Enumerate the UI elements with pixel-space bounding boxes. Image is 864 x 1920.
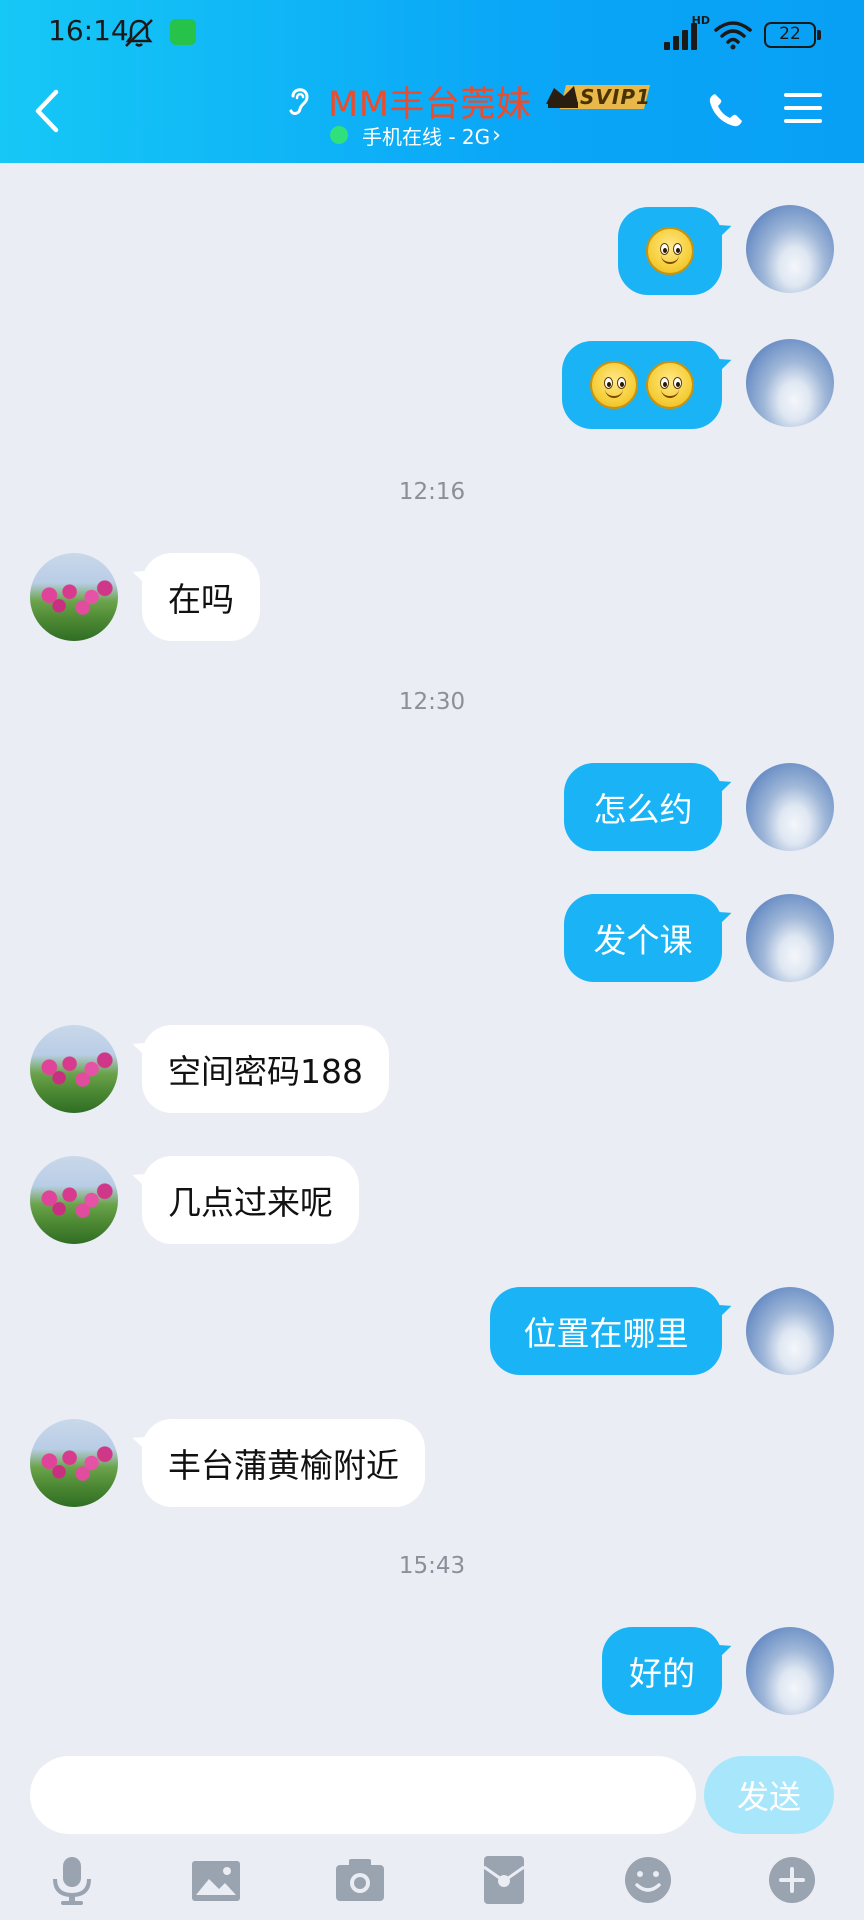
avatar-self[interactable] <box>746 205 834 293</box>
composer-toolbar <box>0 1853 864 1913</box>
chevron-right-icon: › <box>492 122 501 148</box>
message-list[interactable]: 12:16 在吗 12:30 怎么约 发个课 空间密码188 几点过来呢 位置在… <box>0 163 864 1753</box>
mute-notifications-icon <box>125 19 153 47</box>
message-input[interactable] <box>30 1756 696 1834</box>
message-text: 在吗 <box>168 580 234 619</box>
avatar-self[interactable] <box>746 1287 834 1375</box>
ear-icon <box>289 88 309 115</box>
wechat-notification-icon <box>170 19 196 45</box>
red-packet-icon[interactable] <box>477 1853 531 1907</box>
message-bubble-incoming[interactable]: 在吗 <box>142 553 260 641</box>
phone-icon[interactable] <box>706 90 746 130</box>
message-text: 位置在哪里 <box>523 1314 689 1353</box>
message-bubble-outgoing[interactable] <box>562 341 722 429</box>
plus-icon[interactable] <box>765 1853 819 1907</box>
status-bar: 16:14 HD 22 <box>0 0 864 66</box>
message-bubble-incoming[interactable]: 几点过来呢 <box>142 1156 359 1244</box>
message-bubble-outgoing[interactable] <box>618 207 722 295</box>
smiley-emoji-icon <box>590 361 638 409</box>
avatar-self[interactable] <box>746 763 834 851</box>
avatar-contact[interactable] <box>30 1419 118 1507</box>
message-bubble-incoming[interactable]: 丰台蒲黄榆附近 <box>142 1419 425 1507</box>
menu-icon[interactable] <box>782 90 824 126</box>
avatar-contact[interactable] <box>30 1025 118 1113</box>
avatar-self[interactable] <box>746 339 834 427</box>
message-bubble-incoming[interactable]: 空间密码188 <box>142 1025 389 1113</box>
avatar-contact[interactable] <box>30 553 118 641</box>
wifi-icon <box>714 21 752 50</box>
message-text: 丰台蒲黄榆附近 <box>168 1446 399 1485</box>
signal-icon <box>662 20 702 50</box>
message-bubble-outgoing[interactable]: 位置在哪里 <box>490 1287 722 1375</box>
message-text: 好的 <box>629 1654 695 1693</box>
message-text: 几点过来呢 <box>168 1183 333 1222</box>
message-timestamp: 12:30 <box>398 689 466 715</box>
camera-icon[interactable] <box>333 1853 387 1907</box>
battery-icon: 22 <box>764 22 821 48</box>
composer: 发送 <box>0 1753 864 1920</box>
emoji-icon[interactable] <box>621 1853 675 1907</box>
message-timestamp: 15:43 <box>398 1553 466 1579</box>
message-text: 发个课 <box>593 921 693 960</box>
send-button[interactable]: 发送 <box>704 1756 834 1834</box>
message-timestamp: 12:16 <box>398 479 466 505</box>
presence-status[interactable]: 手机在线 - 2G › <box>330 120 501 150</box>
presence-text: 手机在线 - 2G <box>362 124 491 149</box>
avatar-self[interactable] <box>746 1627 834 1715</box>
message-bubble-outgoing[interactable]: 发个课 <box>564 894 722 982</box>
svip-label: SVIP1 <box>580 85 651 109</box>
message-bubble-outgoing[interactable]: 怎么约 <box>564 763 722 851</box>
message-text: 怎么约 <box>593 790 693 829</box>
message-bubble-outgoing[interactable]: 好的 <box>602 1627 722 1715</box>
avatar-self[interactable] <box>746 894 834 982</box>
avatar-contact[interactable] <box>30 1156 118 1244</box>
smiley-emoji-icon <box>646 227 694 275</box>
chat-header: 16:14 HD 22 MM丰台莞妹 SVIP1 手机在线 - 2G › <box>0 0 864 163</box>
image-icon[interactable] <box>189 1853 243 1907</box>
microphone-icon[interactable] <box>45 1853 99 1907</box>
status-time: 16:14 <box>48 14 129 47</box>
online-dot-icon <box>330 126 348 144</box>
status-right-icons: 22 <box>662 18 821 52</box>
svip-badge[interactable]: SVIP1 <box>544 82 654 112</box>
message-text: 空间密码188 <box>168 1052 363 1091</box>
smiley-emoji-icon <box>646 361 694 409</box>
